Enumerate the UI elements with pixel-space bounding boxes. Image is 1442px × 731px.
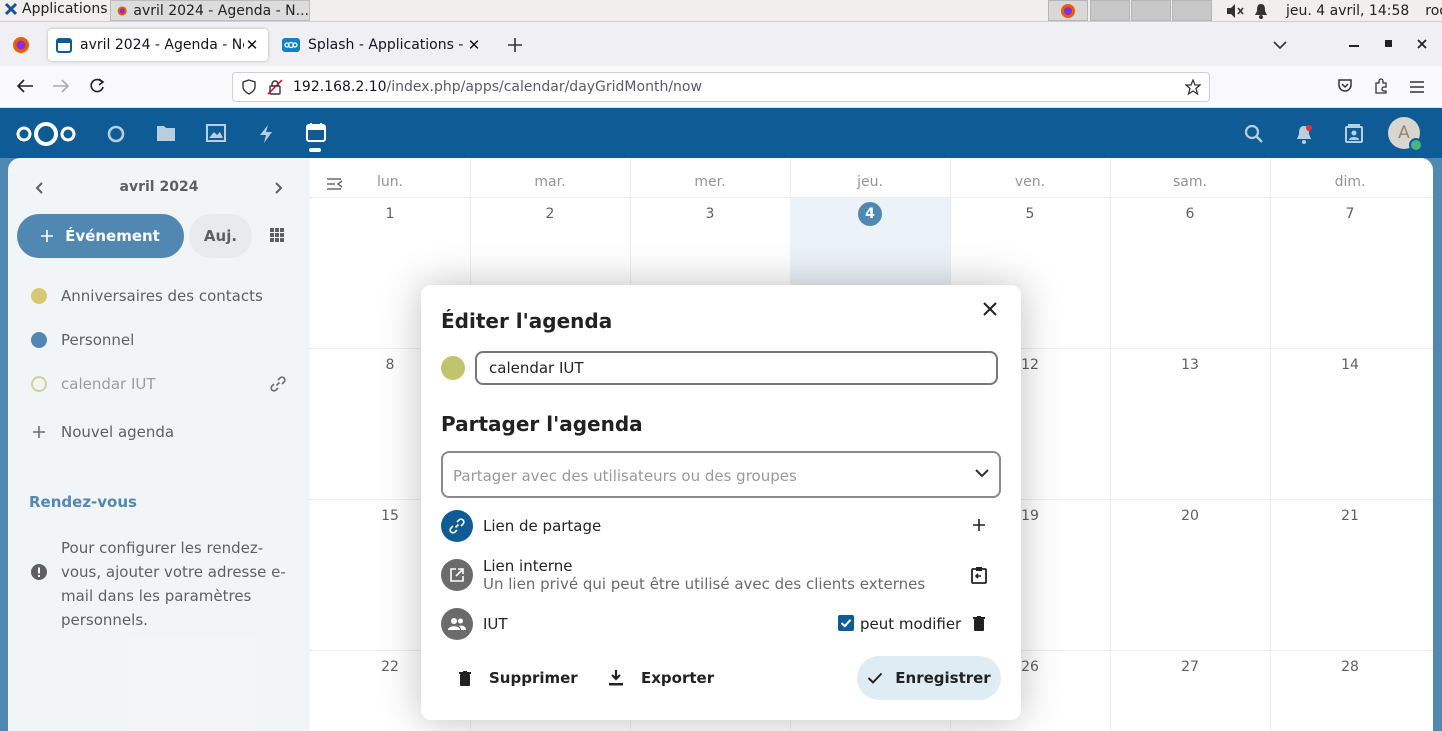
firefox-view-icon[interactable] bbox=[12, 36, 30, 54]
group-avatar bbox=[441, 608, 473, 640]
tab-splash[interactable]: Splash - Applications - Apps ✕ bbox=[274, 29, 490, 61]
checkmark-icon bbox=[840, 619, 852, 628]
tab-title: Splash - Applications - Apps bbox=[308, 37, 466, 53]
modal-title: Éditer l'agenda bbox=[441, 309, 613, 333]
close-tab-icon[interactable]: ✕ bbox=[244, 36, 260, 54]
download-icon bbox=[609, 670, 623, 686]
url-host: 192.168.2.10 bbox=[293, 79, 387, 95]
workspace-3[interactable] bbox=[1131, 0, 1171, 21]
online-status-dot bbox=[1409, 138, 1423, 152]
notification-bell-icon[interactable] bbox=[1254, 3, 1268, 19]
contacts-icon[interactable] bbox=[1345, 124, 1363, 144]
browser-tab-bar: avril 2024 - Agenda - Nextcloud ✕ Splash… bbox=[0, 22, 1442, 66]
bookmark-star-icon[interactable] bbox=[1185, 79, 1201, 95]
delete-calendar-button[interactable]: Supprimer bbox=[459, 656, 578, 700]
new-tab-icon[interactable] bbox=[508, 38, 522, 52]
applications-menu[interactable]: Applications bbox=[4, 1, 108, 17]
can-edit-label[interactable]: peut modifier bbox=[860, 615, 961, 633]
reload-icon[interactable] bbox=[89, 78, 105, 94]
session-user[interactable]: root bbox=[1425, 3, 1442, 19]
save-label: Enregistrer bbox=[895, 669, 991, 687]
firefox-icon bbox=[117, 5, 127, 16]
browser-nav-bar: 192.168.2.10/index.php/apps/calendar/day… bbox=[0, 66, 1442, 108]
extensions-icon[interactable] bbox=[1373, 78, 1389, 94]
save-button[interactable]: Enregistrer bbox=[857, 656, 1001, 700]
export-label: Exporter bbox=[641, 669, 715, 687]
nextcloud-tab-icon bbox=[282, 38, 300, 52]
volume-muted-icon[interactable] bbox=[1226, 3, 1244, 19]
shield-icon[interactable] bbox=[241, 79, 257, 95]
calendar-app-icon[interactable] bbox=[306, 122, 326, 142]
minimize-icon[interactable] bbox=[1349, 45, 1359, 47]
share-search-placeholder: Partager avec des utilisateurs ou des gr… bbox=[453, 467, 797, 485]
pocket-icon[interactable] bbox=[1337, 78, 1353, 94]
xfce-icon bbox=[4, 2, 18, 16]
list-tabs-chevron-icon[interactable] bbox=[1273, 40, 1287, 50]
trash-icon bbox=[459, 670, 471, 686]
copy-link-clipboard-icon[interactable] bbox=[971, 566, 987, 584]
clock: jeu. 4 avril, 14:58 bbox=[1286, 2, 1410, 19]
url-bar[interactable]: 192.168.2.10/index.php/apps/calendar/day… bbox=[232, 72, 1210, 102]
internal-link-avatar bbox=[441, 559, 473, 591]
hamburger-menu-icon[interactable] bbox=[1409, 80, 1425, 94]
link-icon bbox=[449, 518, 465, 534]
workspace-1[interactable] bbox=[1048, 0, 1088, 21]
calendar-color-picker[interactable] bbox=[441, 356, 465, 380]
share-search-select[interactable]: Partager avec des utilisateurs ou des gr… bbox=[441, 451, 1001, 498]
taskbar-window-title: avril 2024 - Agenda - N... bbox=[133, 2, 309, 19]
share-link-avatar bbox=[441, 510, 473, 542]
photos-app-icon[interactable] bbox=[206, 124, 226, 142]
back-arrow-icon[interactable] bbox=[16, 78, 34, 94]
nextcloud-header: A bbox=[0, 108, 1442, 158]
close-window-icon[interactable] bbox=[1417, 39, 1427, 49]
workspace-2[interactable] bbox=[1090, 0, 1130, 21]
chevron-down-icon[interactable] bbox=[975, 468, 989, 478]
activity-app-icon[interactable] bbox=[258, 124, 274, 144]
os-top-bar: Applications avril 2024 - Agenda - N... … bbox=[0, 0, 1442, 22]
tab-title: avril 2024 - Agenda - Nextcloud bbox=[80, 37, 244, 53]
tab-calendar[interactable]: avril 2024 - Agenda - Nextcloud ✕ bbox=[48, 29, 268, 61]
calendar-name-input[interactable] bbox=[475, 351, 998, 385]
dashboard-app-icon[interactable] bbox=[106, 124, 126, 144]
group-icon bbox=[448, 618, 466, 630]
forward-arrow-icon[interactable] bbox=[52, 78, 70, 94]
firefox-icon bbox=[1061, 4, 1075, 18]
url-path: /index.php/apps/calendar/dayGridMonth/no… bbox=[386, 79, 702, 95]
open-in-new-icon bbox=[450, 568, 464, 582]
workspace-4[interactable] bbox=[1172, 0, 1212, 21]
internal-link-description: Un lien privé qui peut être utilisé avec… bbox=[483, 575, 926, 593]
applications-label: Applications bbox=[22, 1, 108, 17]
add-share-link-plus-icon[interactable] bbox=[973, 519, 985, 531]
close-tab-icon[interactable]: ✕ bbox=[466, 36, 482, 54]
close-icon[interactable] bbox=[983, 302, 997, 316]
delete-share-trash-icon[interactable] bbox=[973, 616, 985, 631]
share-link-label: Lien de partage bbox=[483, 517, 602, 535]
maximize-icon[interactable] bbox=[1385, 40, 1392, 47]
edit-calendar-modal: Éditer l'agenda Partager l'agenda Partag… bbox=[421, 285, 1021, 720]
insecure-lock-icon[interactable] bbox=[267, 79, 283, 95]
internal-link-label: Lien interne bbox=[483, 557, 573, 575]
taskbar-window-button[interactable]: avril 2024 - Agenda - N... bbox=[110, 0, 310, 21]
files-app-icon[interactable] bbox=[156, 124, 176, 142]
can-edit-checkbox[interactable] bbox=[838, 615, 854, 631]
delete-label: Supprimer bbox=[489, 669, 578, 687]
calendar-tab-icon bbox=[56, 38, 72, 53]
group-name: IUT bbox=[483, 615, 508, 633]
system-tray: jeu. 4 avril, 14:58 root bbox=[1226, 0, 1442, 21]
export-calendar-button[interactable]: Exporter bbox=[609, 656, 714, 700]
notifications-bell-icon[interactable] bbox=[1295, 124, 1313, 144]
search-icon[interactable] bbox=[1244, 124, 1263, 143]
active-app-indicator bbox=[309, 148, 321, 152]
check-icon bbox=[868, 672, 883, 684]
nextcloud-logo-icon[interactable] bbox=[15, 121, 77, 147]
share-section-title: Partager l'agenda bbox=[441, 412, 643, 436]
